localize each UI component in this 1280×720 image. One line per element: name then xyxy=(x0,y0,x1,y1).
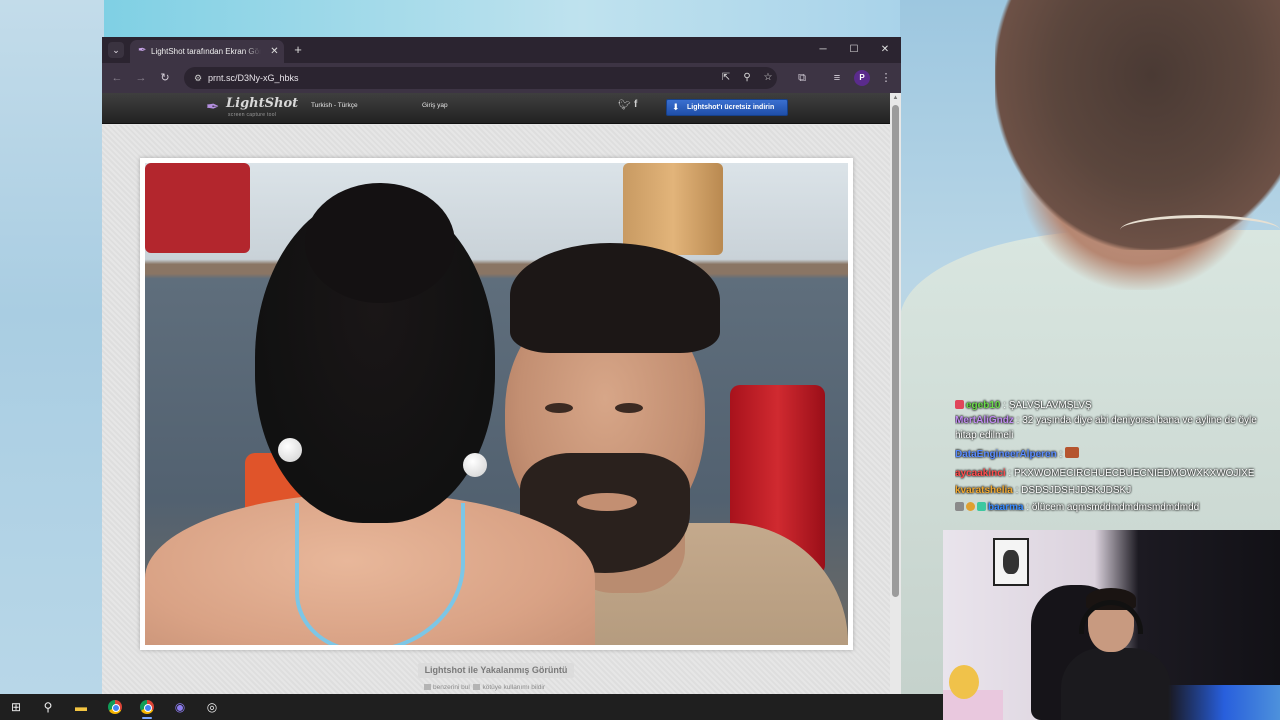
chat-message: kvaratshelia : DSDSJDSHJDSKJDSKJ xyxy=(955,485,1132,496)
scene-man-eye xyxy=(615,403,643,413)
chat-username: aycaakinci xyxy=(955,468,1006,479)
discord-icon[interactable]: ◉ xyxy=(170,697,190,717)
back-arrow-icon[interactable]: ← xyxy=(109,70,125,86)
lightshot-header: ✒ LightShot screen capture tool Turkish … xyxy=(102,93,890,124)
chat-badge-icon xyxy=(966,502,975,511)
new-tab-button[interactable]: + xyxy=(290,42,306,58)
download-icon: ⬇ xyxy=(672,102,680,112)
chat-message: MertAliGndz : 32 yaşında diye abi deniyo… xyxy=(955,415,1257,441)
lightshot-body: Lightshot ile Yakalanmış Görüntü benzeri… xyxy=(102,125,890,694)
emote-icon xyxy=(1065,447,1080,458)
language-selector[interactable]: Turkish - Türkçe xyxy=(311,102,358,109)
image-caption: Lightshot ile Yakalanmış Görüntü xyxy=(418,663,574,678)
obs-icon[interactable]: ◎ xyxy=(202,697,222,717)
chat-message: DataEngineerAlperen : xyxy=(955,447,1280,462)
scene-earring xyxy=(463,453,487,477)
facebook-icon[interactable]: f xyxy=(634,99,637,110)
search-icon[interactable]: ⚲ xyxy=(38,697,58,717)
chat-badge-icon xyxy=(955,502,964,511)
chat-username: MertAliGndz xyxy=(955,415,1014,426)
profile-avatar[interactable]: P xyxy=(854,70,870,86)
chrome-icon[interactable] xyxy=(105,697,125,717)
tab-lightshot[interactable]: ✒ LightShot tarafından Ekran Görüntüsü ✕ xyxy=(130,40,284,63)
page-content: ✒ LightShot screen capture tool Turkish … xyxy=(102,93,890,694)
login-link[interactable]: Giriş yap xyxy=(422,102,448,109)
streamer-head xyxy=(995,0,1280,250)
screenshot-image[interactable] xyxy=(145,163,848,645)
webcam-toy xyxy=(949,665,979,699)
chat-username: kvaratshelia xyxy=(955,485,1013,496)
media-controls-icon[interactable]: ≡ xyxy=(829,70,845,86)
find-similar-link[interactable]: benzerini bul xyxy=(433,684,470,691)
feather-icon: ✒ xyxy=(138,45,147,56)
feather-icon: ✒ xyxy=(206,99,220,116)
chrome-icon[interactable] xyxy=(137,697,157,719)
scene-red-object xyxy=(145,163,250,253)
report-abuse-link[interactable]: kötüye kullanımı bildir xyxy=(482,684,545,691)
chat-message: baarma : ölücem aqmsmddmdmdmsmdmdmdd xyxy=(955,500,1280,515)
chat-text: ŞALVŞLAVMŞLVŞ xyxy=(1008,400,1092,411)
chat-username: egeb10 xyxy=(966,400,1001,411)
browser-toolbar: ← → ↻ ⚙ prnt.sc/D3Ny-xG_hbks ⇱ ⚲ ☆ ⧉ ≡ P… xyxy=(102,63,901,93)
address-bar[interactable]: ⚙ prnt.sc/D3Ny-xG_hbks ⇱ ⚲ ☆ xyxy=(184,67,777,89)
site-info-icon[interactable]: ⚙ xyxy=(190,70,206,86)
chat-username: DataEngineerAlperen xyxy=(955,449,1057,460)
scene-man-eye xyxy=(545,403,573,413)
close-icon[interactable]: ✕ xyxy=(268,45,281,58)
maximize-button[interactable]: ☐ xyxy=(844,42,864,58)
stream-chat: egeb10 : ŞALVŞLAVMŞLVŞ MertAliGndz : 32 … xyxy=(955,398,1280,515)
download-button-label: Lightshot'ı ücretsiz indirin xyxy=(687,104,775,111)
browser-window: ⌄ ✒ LightShot tarafından Ekran Görüntüsü… xyxy=(102,37,901,694)
streamer-necklace xyxy=(1120,215,1280,245)
forward-arrow-icon[interactable]: → xyxy=(133,70,149,86)
lightshot-logo[interactable]: LightShot xyxy=(226,96,298,111)
menu-kebab-icon[interactable]: ⋮ xyxy=(878,70,894,86)
report-icon xyxy=(473,684,481,690)
chat-text: DSDSJDSHJDSKJDSKJ xyxy=(1021,485,1132,496)
windows-taskbar: ⊞ ⚲ ▬ ◉ ◎ xyxy=(0,694,943,720)
scene-man-hair xyxy=(510,243,720,353)
screenshot-frame xyxy=(140,158,853,650)
webcam-led-light xyxy=(1168,685,1280,720)
download-button[interactable]: ⬇ Lightshot'ı ücretsiz indirin xyxy=(666,99,788,116)
zoom-icon[interactable]: ⚲ xyxy=(739,70,755,86)
url-text[interactable]: prnt.sc/D3Ny-xG_hbks xyxy=(208,67,299,89)
send-to-device-icon[interactable]: ⇱ xyxy=(718,70,734,86)
image-links: benzerini bul kötüye kullanımı bildir xyxy=(424,683,574,693)
webcam-feed xyxy=(943,530,1280,720)
webcam-poster xyxy=(993,538,1029,586)
chat-badge-icon xyxy=(955,400,964,409)
minimize-button[interactable]: ─ xyxy=(813,42,833,58)
search-similar-icon xyxy=(424,684,431,690)
bookmark-star-icon[interactable]: ☆ xyxy=(760,70,776,86)
scene-earring xyxy=(278,438,302,462)
chat-username: baarma xyxy=(988,502,1024,513)
chat-text: ölücem aqmsmddmdmdmsmdmdmdd xyxy=(1031,502,1200,513)
stream-background-left xyxy=(0,0,104,694)
lightshot-tagline: screen capture tool xyxy=(228,112,277,118)
close-window-button[interactable]: ✕ xyxy=(875,42,895,58)
twitter-icon[interactable]: 🐦︎ xyxy=(618,100,631,111)
scene-man-mouth xyxy=(577,493,637,511)
extensions-icon[interactable]: ⧉ xyxy=(794,70,810,86)
scrollbar-thumb[interactable] xyxy=(892,105,899,597)
page-scrollbar[interactable]: ▲ xyxy=(890,93,901,694)
tab-search-button[interactable]: ⌄ xyxy=(108,42,124,58)
tab-title: LightShot tarafından Ekran Görüntüsü xyxy=(151,47,261,56)
scene-woman-bun xyxy=(305,183,455,303)
windows-start-icon[interactable]: ⊞ xyxy=(6,697,26,717)
file-explorer-icon[interactable]: ▬ xyxy=(71,697,91,717)
chat-message: aycaakinci : PKXWOMECIRCHUECBUECNIEDMOWX… xyxy=(955,468,1255,479)
chat-message: egeb10 : ŞALVŞLAVMŞLVŞ xyxy=(955,398,1280,413)
stream-background-top xyxy=(104,0,900,38)
reload-icon[interactable]: ↻ xyxy=(157,70,173,86)
scroll-up-arrow-icon[interactable]: ▲ xyxy=(892,95,899,101)
scene-vase xyxy=(623,163,723,255)
chat-badge-icon xyxy=(977,502,986,511)
chat-text: PKXWOMECIRCHUECBUECNIEDMOWXKXWOJIXE xyxy=(1013,468,1255,479)
webcam-streamer-body xyxy=(1061,648,1171,720)
tab-bar: ⌄ ✒ LightShot tarafından Ekran Görüntüsü… xyxy=(102,37,901,63)
